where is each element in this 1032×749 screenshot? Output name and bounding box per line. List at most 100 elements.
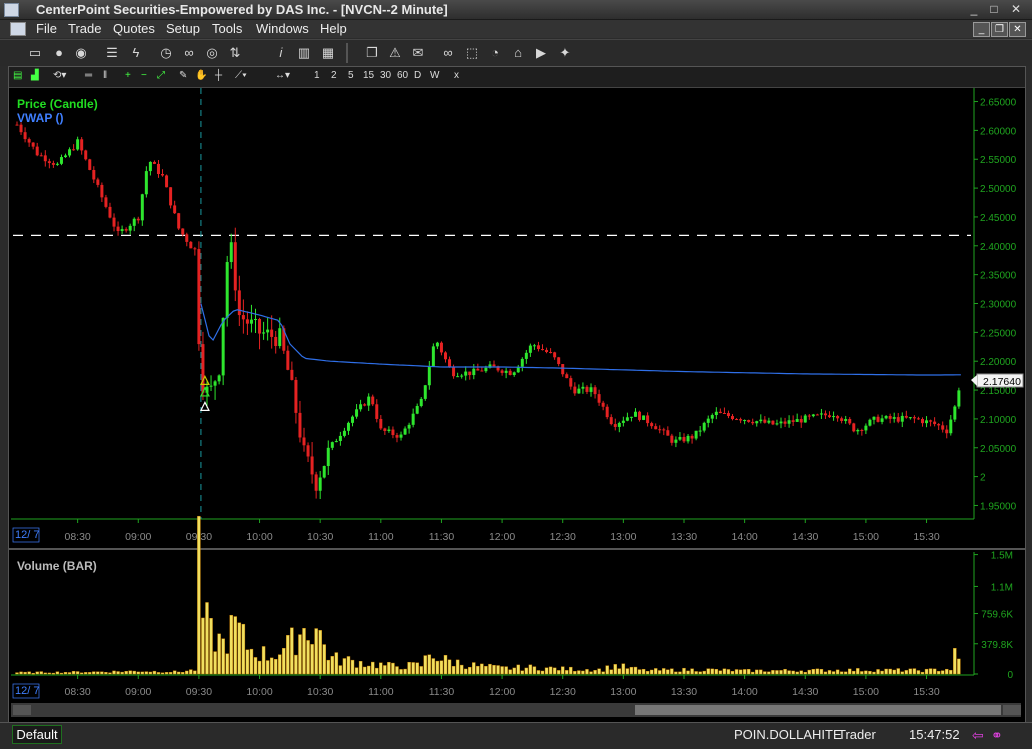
bar-chart-icon[interactable]: ▥ (296, 45, 312, 61)
menu-trade[interactable]: Trade (68, 21, 101, 36)
selection-icon[interactable]: ⬚ (464, 45, 480, 61)
home-icon[interactable]: ⌂ (510, 45, 526, 61)
price-x-tick-label: 13:00 (610, 531, 636, 543)
interval-weekly[interactable]: W (430, 70, 439, 81)
mdi-close-button[interactable]: ✕ (1009, 22, 1026, 37)
volume-x-tick-label: 09:30 (186, 686, 212, 698)
globe-icon[interactable]: ◉ (73, 45, 89, 61)
legend-volume[interactable]: Volume (BAR) (17, 559, 97, 573)
candle-body (294, 379, 298, 413)
volume-bar (249, 648, 254, 675)
volume-bar (472, 662, 476, 675)
volume-bar (573, 671, 577, 675)
scrollbar-thumb[interactable] (635, 705, 1001, 715)
interval-2[interactable]: 2 (331, 70, 337, 81)
hand-icon[interactable]: ✋ (195, 70, 207, 81)
minimize-button[interactable]: _ (966, 2, 982, 16)
window-icon[interactable]: ▭ (27, 45, 43, 61)
legend-vwap[interactable]: VWAP () (17, 111, 63, 125)
interval-60[interactable]: 60 (397, 70, 408, 81)
mdi-minimize-button[interactable]: _ (973, 22, 990, 37)
volume-bar (763, 671, 767, 675)
volume-bar (391, 662, 395, 675)
interval-daily[interactable]: D (414, 70, 421, 81)
price-y-tick-label: 2.30000 (980, 300, 1017, 311)
trendline-icon[interactable]: ⟋▾ (235, 70, 247, 81)
link-status-icon[interactable]: ⚭ (991, 727, 1003, 744)
volume-bar (702, 670, 706, 675)
scroll-right-button[interactable] (1003, 705, 1021, 715)
binoculars-icon[interactable]: ∞ (440, 45, 456, 61)
copy-icon[interactable]: ❐ (364, 45, 380, 61)
volume-bar (476, 665, 480, 675)
mail-icon[interactable]: ✉ (410, 45, 426, 61)
clock-icon[interactable]: ◷ (158, 45, 174, 61)
volume-bar (536, 670, 541, 675)
menu-help[interactable]: Help (320, 21, 347, 36)
close-chart-icon[interactable]: x (454, 70, 459, 81)
interval-15[interactable]: 15 (363, 70, 374, 81)
chart-canvas[interactable]: 1.9500022.050002.100002.150002.200002.25… (9, 88, 1025, 724)
volume-bar (423, 655, 427, 675)
candle-body (464, 371, 468, 376)
eye-icon[interactable]: ◎ (204, 45, 220, 61)
refresh-icon[interactable]: ⟲▾ (53, 70, 66, 81)
sort-icon[interactable]: ⇅ (227, 45, 243, 61)
zoom-out-icon[interactable]: − (141, 70, 147, 81)
draw-icon[interactable]: ✎ (179, 70, 187, 81)
bar-chart-icon-2[interactable]: ▦ (320, 45, 336, 61)
volume-bar (900, 671, 904, 675)
info-icon[interactable]: 𝑖 (273, 45, 289, 61)
price-y-tick-label: 2.55000 (980, 155, 1017, 166)
volume-bar (860, 671, 864, 675)
mdi-restore-button[interactable]: ❐ (991, 22, 1008, 37)
sum-icon[interactable]: ▤ (13, 70, 22, 81)
volume-bar (848, 668, 852, 675)
status-bar: Default POIN.DOLLAHITE Trader 15:47:52 ⇦… (0, 722, 1032, 749)
user-icon[interactable]: ● (51, 45, 67, 61)
interval-5[interactable]: 5 (348, 70, 354, 81)
timer-icon[interactable]: ◔ (487, 45, 503, 61)
child-window-icon[interactable] (10, 22, 26, 36)
alert-icon[interactable]: ⚠ (387, 45, 403, 61)
interval-1[interactable]: 1 (314, 70, 320, 81)
volume-bar (435, 660, 440, 675)
lightning-icon[interactable]: ϟ (128, 45, 144, 61)
menu-setup[interactable]: Setup (166, 21, 200, 36)
fit-icon[interactable]: ⤢ (157, 70, 165, 81)
scroll-left-button[interactable] (13, 705, 31, 715)
zoom-in-icon[interactable]: + (125, 70, 131, 81)
scroll-icon[interactable]: ↔▾ (275, 70, 290, 81)
close-button[interactable]: ✕ (1008, 2, 1024, 16)
list-icon[interactable]: ☰ (104, 45, 120, 61)
link-icon[interactable]: ∞ (181, 45, 197, 61)
menu-quotes[interactable]: Quotes (113, 21, 155, 36)
candle-body (249, 319, 253, 324)
twitter-icon[interactable]: ✦ (557, 45, 573, 61)
menu-file[interactable]: File (36, 21, 57, 36)
candle-body (165, 175, 169, 188)
youtube-icon[interactable]: ▶ (533, 45, 549, 61)
volume-bar (666, 669, 670, 675)
crosshair-icon[interactable]: ┼ (215, 70, 222, 81)
tab-default[interactable]: Default (12, 725, 62, 744)
candle-body (771, 420, 775, 425)
logout-icon[interactable]: ⇦ (972, 727, 984, 744)
candle-body (892, 417, 896, 419)
volume-bar (496, 665, 500, 675)
volume-bar (314, 628, 318, 675)
menu-tools[interactable]: Tools (212, 21, 242, 36)
candle-body (625, 417, 629, 421)
interval-30[interactable]: 30 (380, 70, 391, 81)
legend-price[interactable]: Price (Candle) (17, 97, 98, 111)
menu-windows[interactable]: Windows (256, 21, 309, 36)
maximize-button[interactable]: □ (986, 2, 1002, 16)
candle-body (528, 345, 532, 353)
volume-bar (201, 617, 205, 675)
hline-icon[interactable]: ═ (85, 70, 92, 81)
chart-type-icon[interactable]: ▟ (31, 70, 39, 81)
vline-icon[interactable]: ‖ (103, 70, 107, 81)
price-y-tick-label: 2.40000 (980, 242, 1017, 253)
chart-window: ▤ ▟ ⟲▾ ═ ‖ + − ⤢ ✎ ✋ ┼ ⟋▾ ↔▾ 1 2 5 15 30… (8, 66, 1026, 724)
candle-body (779, 421, 783, 424)
